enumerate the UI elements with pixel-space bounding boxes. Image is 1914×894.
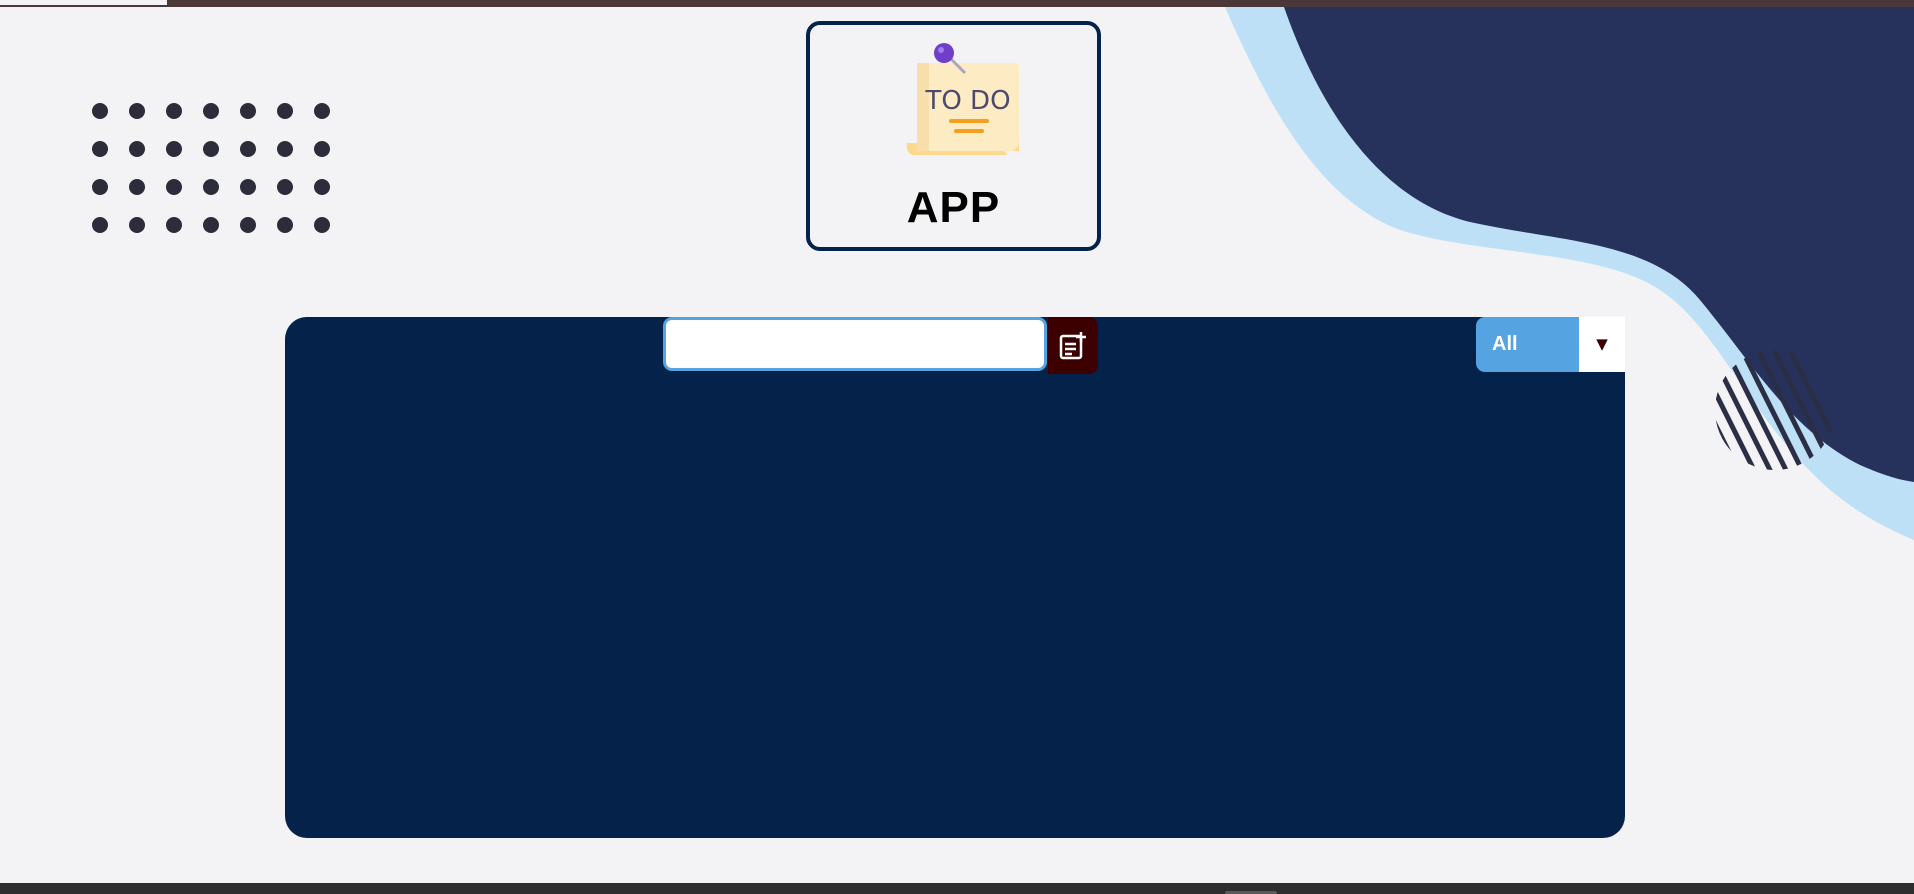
decor-dot xyxy=(314,217,330,233)
decor-dot xyxy=(129,103,145,119)
decor-dot xyxy=(92,141,108,157)
decor-dot xyxy=(240,217,256,233)
decor-dot xyxy=(92,217,108,233)
chevron-down-icon: ▼ xyxy=(1579,317,1625,372)
decor-dot xyxy=(129,217,145,233)
hatched-circle-shape xyxy=(1715,350,1835,470)
decor-dot xyxy=(92,179,108,195)
decor-dot xyxy=(240,141,256,157)
decor-dot xyxy=(314,103,330,119)
decor-dot xyxy=(277,217,293,233)
todo-list-panel xyxy=(285,317,1625,838)
filter-select[interactable]: All ▼ xyxy=(1476,317,1625,372)
decor-dot xyxy=(92,103,108,119)
decor-dot xyxy=(277,141,293,157)
todo-note-icon: TO DO xyxy=(906,43,1019,155)
decor-dot xyxy=(129,179,145,195)
decor-dot xyxy=(277,103,293,119)
decor-dot xyxy=(240,103,256,119)
add-todo-button[interactable] xyxy=(1048,317,1098,374)
decor-dot xyxy=(203,217,219,233)
decor-dot xyxy=(166,179,182,195)
svg-text:TO DO: TO DO xyxy=(924,86,1010,116)
app-page: TO DO APP All ▼ xyxy=(0,0,1914,894)
logo-card: TO DO APP xyxy=(806,21,1101,251)
decor-dot xyxy=(314,141,330,157)
decor-dot xyxy=(240,179,256,195)
app-title: APP xyxy=(906,183,1001,232)
decor-dot xyxy=(203,179,219,195)
bottom-bar xyxy=(0,883,1914,894)
top-strip-gap xyxy=(0,0,167,5)
todo-input[interactable] xyxy=(663,317,1047,371)
decor-dot xyxy=(129,141,145,157)
top-strip xyxy=(0,0,1914,7)
decor-dot xyxy=(166,141,182,157)
decor-dot xyxy=(277,179,293,195)
dot-grid-decoration xyxy=(92,103,330,233)
decor-dot xyxy=(166,103,182,119)
decor-dot xyxy=(203,141,219,157)
filter-selected-value: All xyxy=(1476,317,1579,372)
decor-dot xyxy=(166,217,182,233)
decor-dot xyxy=(203,103,219,119)
decor-dot xyxy=(314,179,330,195)
add-note-icon xyxy=(1059,331,1086,359)
